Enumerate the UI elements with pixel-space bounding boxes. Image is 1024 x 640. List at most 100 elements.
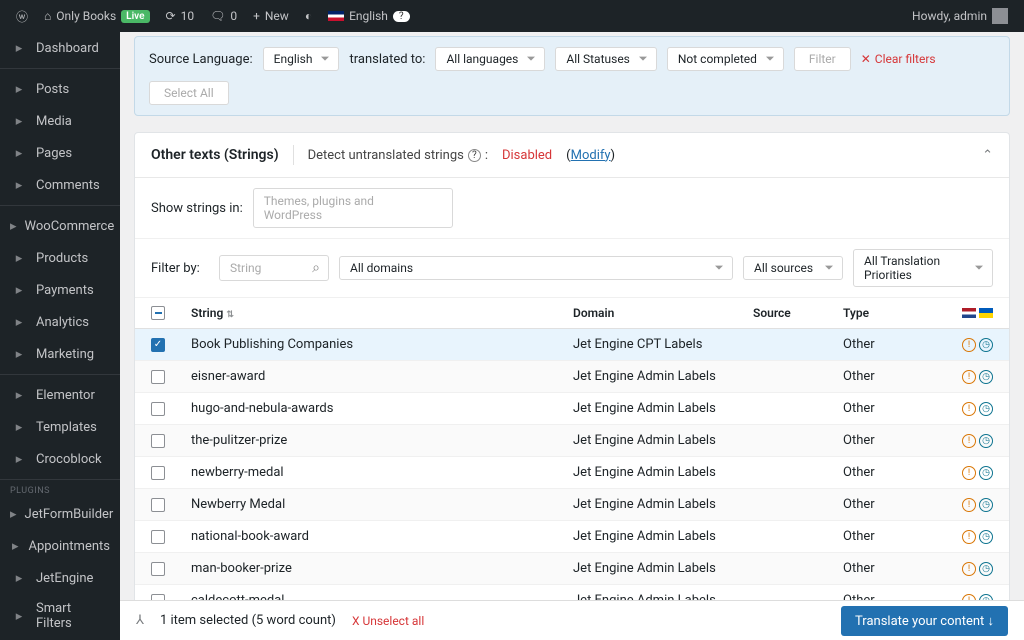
- cell-type: Other: [843, 465, 923, 480]
- my-account[interactable]: Howdy, admin: [904, 0, 1016, 32]
- completion-select[interactable]: Not completed: [667, 47, 784, 71]
- comment-icon: 🗨: [210, 9, 225, 23]
- sidebar-item-analytics[interactable]: ▸Analytics: [0, 306, 120, 338]
- sidebar-item-woocommerce[interactable]: ▸WooCommerce: [0, 210, 120, 242]
- clock-icon[interactable]: ◷: [979, 466, 993, 480]
- language-switcher[interactable]: English ?: [320, 0, 418, 32]
- cell-type: Other: [843, 561, 923, 576]
- row-checkbox[interactable]: [151, 498, 165, 512]
- table-row[interactable]: Newberry MedalJet Engine Admin LabelsOth…: [135, 489, 1009, 521]
- table-row[interactable]: eisner-awardJet Engine Admin LabelsOther…: [135, 361, 1009, 393]
- warn-icon[interactable]: !: [962, 498, 976, 512]
- warn-icon[interactable]: !: [962, 338, 976, 352]
- sidebar-item-payments[interactable]: ▸Payments: [0, 274, 120, 306]
- clear-filters-link[interactable]: ✕Clear filters: [861, 52, 936, 66]
- plugin-icon: ▸: [10, 607, 28, 625]
- sort-icon: ⇅: [226, 310, 234, 320]
- table-row[interactable]: ✓Book Publishing CompaniesJet Engine CPT…: [135, 329, 1009, 361]
- table-row[interactable]: the-pulitzer-prizeJet Engine Admin Label…: [135, 425, 1009, 457]
- clock-icon[interactable]: ◷: [979, 562, 993, 576]
- row-checkbox[interactable]: [151, 434, 165, 448]
- update-icon: ⟳: [166, 9, 176, 23]
- site-name[interactable]: ⌂ Only Books Live: [36, 0, 158, 32]
- help-icon[interactable]: ?: [468, 149, 481, 162]
- sidebar-item-products[interactable]: ▸Products: [0, 242, 120, 274]
- domain-filter-select[interactable]: All domains: [339, 256, 733, 280]
- target-lang-select[interactable]: All languages: [435, 47, 545, 71]
- cell-string: Book Publishing Companies: [191, 337, 573, 352]
- sidebar-item-comments[interactable]: ▸Comments: [0, 169, 120, 201]
- cell-domain: Jet Engine Admin Labels: [573, 561, 753, 576]
- warn-icon[interactable]: !: [962, 402, 976, 416]
- sidebar-item-elementor[interactable]: ▸Elementor: [0, 379, 120, 411]
- filter-button[interactable]: Filter: [794, 47, 851, 71]
- priority-filter-select[interactable]: All Translation Priorities: [853, 249, 993, 287]
- sidebar-item-templates[interactable]: ▸Templates: [0, 411, 120, 443]
- sidebar-item-appointments[interactable]: ▸Appointments: [0, 530, 120, 562]
- comments-count[interactable]: 🗨0: [202, 0, 245, 32]
- warn-icon[interactable]: !: [962, 434, 976, 448]
- sidebar-item-marketing[interactable]: ▸Marketing: [0, 338, 120, 370]
- warn-icon[interactable]: !: [962, 530, 976, 544]
- updates[interactable]: ⟳10: [158, 0, 203, 32]
- clock-icon[interactable]: ◷: [979, 402, 993, 416]
- sidebar-item-crocoblock[interactable]: ▸Crocoblock: [0, 443, 120, 475]
- string-filter-input[interactable]: String: [219, 255, 329, 281]
- sidebar-item-posts[interactable]: ▸Posts: [0, 73, 120, 105]
- row-checkbox[interactable]: [151, 466, 165, 480]
- woo-icon: ▸: [10, 217, 17, 235]
- warn-icon[interactable]: !: [962, 562, 976, 576]
- source-lang-select[interactable]: English: [263, 47, 340, 71]
- table-row[interactable]: hugo-and-nebula-awardsJet Engine Admin L…: [135, 393, 1009, 425]
- show-strings-row: Show strings in: Themes, plugins and Wor…: [135, 178, 1009, 239]
- source-filter-select[interactable]: All sources: [743, 256, 843, 280]
- megaphone-icon: ▸: [10, 345, 28, 363]
- sidebar-item-jetengine[interactable]: ▸JetEngine: [0, 562, 120, 594]
- unselect-all-link[interactable]: X Unselect all: [352, 614, 424, 628]
- sidebar-item-pages[interactable]: ▸Pages: [0, 137, 120, 169]
- cell-status: !◷: [923, 338, 993, 352]
- clock-icon[interactable]: ◷: [979, 434, 993, 448]
- row-checkbox[interactable]: [151, 530, 165, 544]
- sidebar-item-media[interactable]: ▸Media: [0, 105, 120, 137]
- table-row[interactable]: national-book-awardJet Engine Admin Labe…: [135, 521, 1009, 553]
- select-all-button[interactable]: Select All: [149, 81, 229, 105]
- sidebar-item-smart-filters[interactable]: ▸Smart Filters: [0, 594, 120, 638]
- table-row[interactable]: man-booker-prizeJet Engine Admin Labels O…: [135, 553, 1009, 585]
- chevron-up-icon[interactable]: ⌃: [982, 148, 993, 163]
- clock-icon[interactable]: ◷: [979, 370, 993, 384]
- modify-link[interactable]: Modify: [571, 148, 611, 163]
- avatar: [992, 8, 1008, 24]
- cell-string: caldecott-medal: [191, 593, 573, 600]
- wpml-cache[interactable]: ◐: [297, 0, 320, 32]
- cell-string: man-booker-prize: [191, 561, 573, 576]
- warn-icon[interactable]: !: [962, 466, 976, 480]
- clock-icon[interactable]: ◷: [979, 498, 993, 512]
- table-row[interactable]: newberry-medalJet Engine Admin LabelsOth…: [135, 457, 1009, 489]
- row-checkbox[interactable]: ✓: [151, 338, 165, 352]
- cell-domain: Jet Engine Admin Labels: [573, 369, 753, 384]
- sidebar-item-dashboard[interactable]: ▸Dashboard: [0, 32, 120, 64]
- row-checkbox[interactable]: [151, 402, 165, 416]
- select-all-checkbox[interactable]: [151, 306, 165, 320]
- source-filter-panel: Source Language: English translated to: …: [134, 36, 1010, 116]
- media-icon: ▸: [10, 112, 28, 130]
- clock-icon[interactable]: ◷: [979, 338, 993, 352]
- row-checkbox[interactable]: [151, 562, 165, 576]
- col-string[interactable]: String ⇅: [191, 306, 573, 320]
- table-row[interactable]: caldecott-medalJet Engine Admin LabelsOt…: [135, 585, 1009, 600]
- warn-icon[interactable]: !: [962, 370, 976, 384]
- cell-domain: Jet Engine Admin Labels: [573, 497, 753, 512]
- panel-header: Other texts (Strings) Detect untranslate…: [135, 133, 1009, 178]
- status-select[interactable]: All Statuses: [555, 47, 657, 71]
- pin-icon: ▸: [10, 80, 28, 98]
- col-type: Type: [843, 306, 923, 320]
- sidebar-item-jetformbuilder[interactable]: ▸JetFormBuilder: [0, 498, 120, 530]
- row-checkbox[interactable]: [151, 370, 165, 384]
- clock-icon[interactable]: ◷: [979, 530, 993, 544]
- translate-button[interactable]: Translate your content ↓: [841, 606, 1008, 636]
- new-content[interactable]: +New: [245, 0, 297, 32]
- show-strings-input[interactable]: Themes, plugins and WordPress: [253, 188, 453, 228]
- wp-logo[interactable]: ⓦ: [8, 0, 36, 32]
- cell-type: Other: [843, 369, 923, 384]
